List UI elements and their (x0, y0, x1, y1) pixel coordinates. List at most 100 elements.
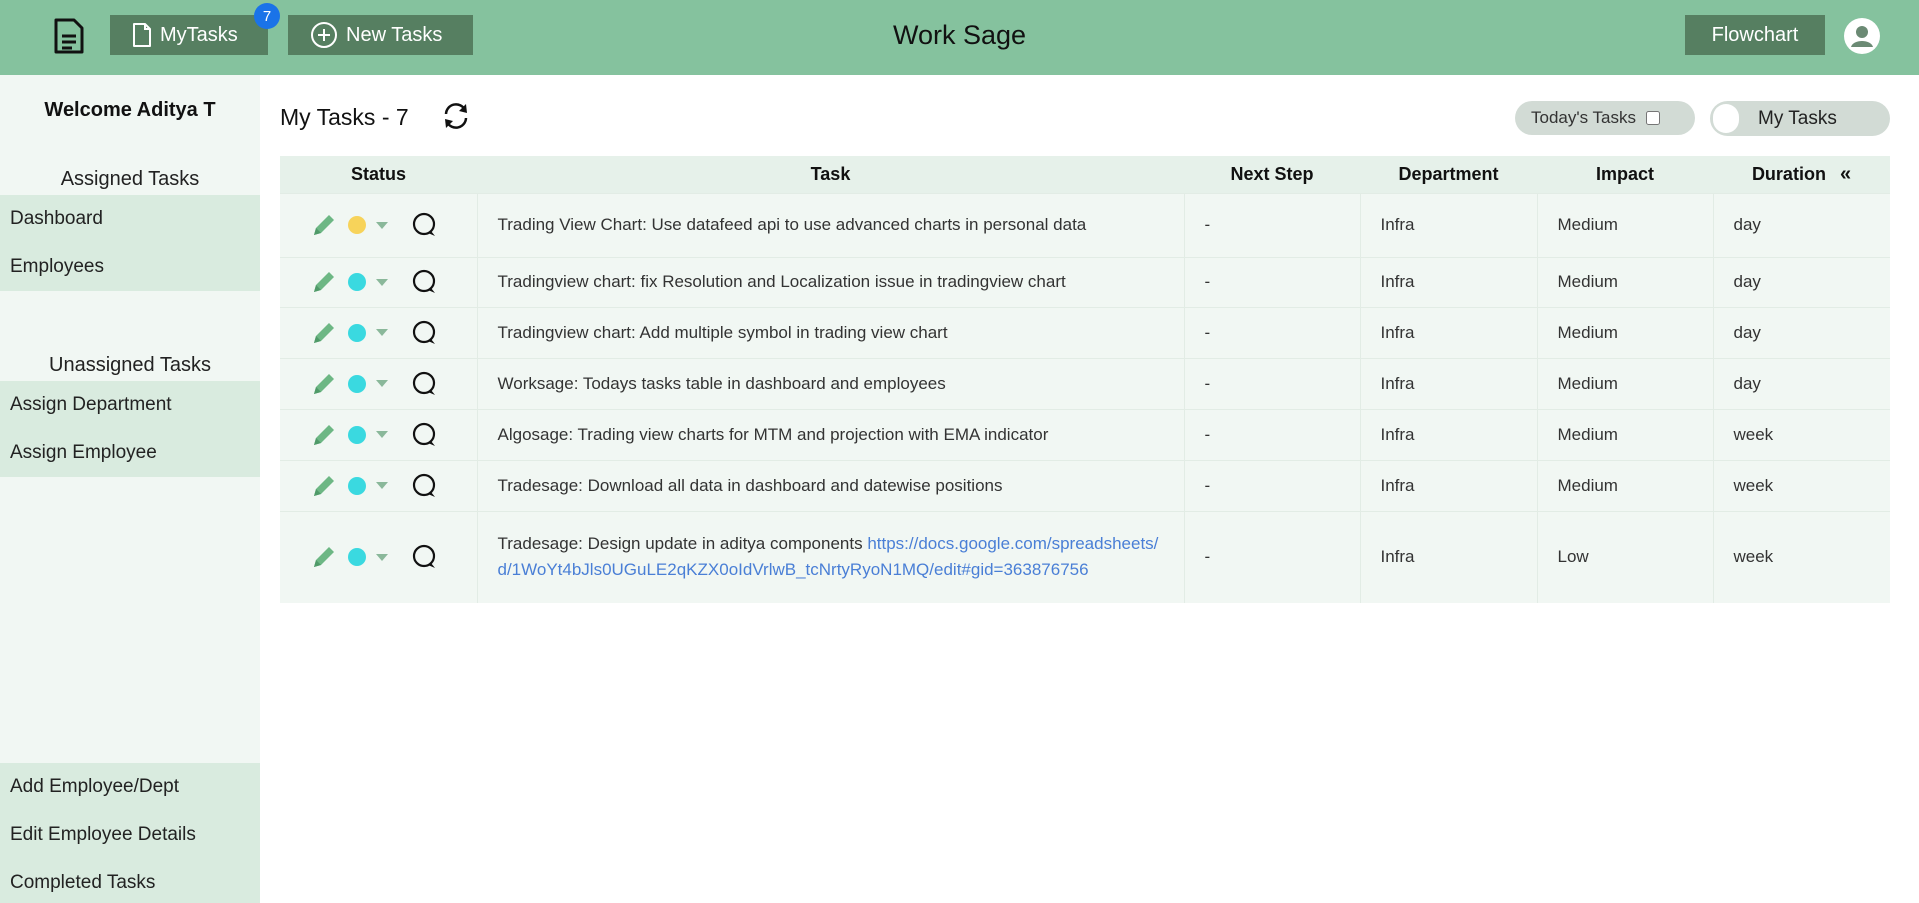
todays-tasks-checkbox[interactable] (1645, 111, 1660, 125)
column-header-duration[interactable]: Duration « (1713, 156, 1890, 193)
table-row: Trading View Chart: Use datafeed api to … (280, 193, 1890, 257)
status-dropdown-caret-icon[interactable] (376, 221, 388, 229)
comment-icon[interactable] (410, 543, 438, 571)
comment-icon[interactable] (410, 268, 438, 296)
status-dropdown-caret-icon[interactable] (376, 329, 388, 336)
sidebar-item-employees[interactable]: Employees (0, 243, 260, 291)
impact-cell: Medium (1536, 409, 1713, 460)
edit-pencil-icon[interactable] (310, 268, 338, 296)
column-header-department[interactable]: Department (1360, 156, 1537, 193)
collapse-double-chevron-icon[interactable]: « (1840, 163, 1851, 186)
impact-cell: Medium (1536, 193, 1713, 257)
status-cell (280, 511, 477, 603)
sidebar-item-edit-employee-details[interactable]: Edit Employee Details (0, 811, 260, 859)
edit-pencil-icon[interactable] (310, 211, 338, 239)
status-dropdown-caret-icon[interactable] (376, 380, 388, 387)
impact-cell: Medium (1536, 257, 1713, 307)
table-body: Trading View Chart: Use datafeed api to … (280, 193, 1890, 603)
sidebar-item-assign-department[interactable]: Assign Department (0, 381, 260, 429)
user-avatar-icon[interactable] (1843, 17, 1881, 55)
department-cell: Infra (1359, 511, 1537, 603)
next-step-cell: - (1183, 409, 1360, 460)
sidebar-item-completed-tasks[interactable]: Completed Tasks (0, 859, 260, 903)
task-cell: Trading View Chart: Use datafeed api to … (476, 193, 1184, 257)
tasks-table: Status Task Next Step Department Impact … (280, 156, 1890, 603)
edit-pencil-icon[interactable] (310, 319, 338, 347)
task-cell: Tradingview chart: Add multiple symbol i… (476, 307, 1184, 358)
status-dot[interactable] (348, 323, 366, 342)
document-icon[interactable] (52, 18, 86, 54)
status-dot[interactable] (348, 476, 366, 495)
next-step-cell: - (1183, 460, 1360, 511)
edit-pencil-icon[interactable] (310, 421, 338, 449)
file-icon (133, 23, 151, 47)
top-header: MyTasks 7 New Tasks Work Sage Flowchart (0, 0, 1919, 75)
switch-knob (1713, 104, 1739, 133)
unassigned-tasks-heading: Unassigned Tasks (49, 354, 211, 376)
status-dot[interactable] (348, 425, 366, 444)
status-cell (280, 409, 477, 460)
column-header-status[interactable]: Status (280, 156, 477, 193)
comment-icon[interactable] (410, 421, 438, 449)
refresh-icon[interactable] (440, 100, 472, 132)
status-dot[interactable] (348, 374, 366, 393)
edit-pencil-icon[interactable] (310, 472, 338, 500)
impact-cell: Medium (1536, 307, 1713, 358)
sidebar: Welcome Aditya T Assigned Tasks Dashboar… (0, 75, 260, 903)
my-tasks-switch[interactable]: My Tasks (1710, 101, 1890, 136)
task-text: Tradesage: Download all data in dashboar… (497, 475, 1003, 495)
table-row: Tradesage: Design update in aditya compo… (280, 511, 1890, 603)
column-header-next-step[interactable]: Next Step (1184, 156, 1360, 193)
duration-cell: day (1712, 193, 1890, 257)
duration-header-label: Duration (1751, 163, 1826, 184)
duration-cell: week (1712, 511, 1890, 603)
todays-tasks-label: Today's Tasks (1531, 108, 1636, 127)
plus-circle-icon (311, 22, 337, 48)
edit-pencil-icon[interactable] (310, 543, 338, 571)
column-header-task[interactable]: Task (477, 156, 1184, 193)
status-dropdown-caret-icon[interactable] (376, 482, 388, 489)
next-step-cell: - (1183, 193, 1360, 257)
task-cell: Tradesage: Download all data in dashboar… (476, 460, 1184, 511)
mytasks-button[interactable]: MyTasks (110, 15, 268, 55)
new-tasks-button[interactable]: New Tasks (288, 15, 473, 55)
welcome-text: Welcome Aditya T (44, 99, 216, 121)
status-cell (280, 193, 477, 257)
comment-icon[interactable] (410, 211, 438, 239)
sidebar-item-add-employee-dept[interactable]: Add Employee/Dept (0, 763, 260, 811)
comment-icon[interactable] (410, 319, 438, 347)
status-cell (280, 257, 477, 307)
status-dot[interactable] (348, 273, 366, 291)
next-step-cell: - (1183, 257, 1360, 307)
comment-icon[interactable] (410, 472, 438, 500)
status-dot[interactable] (348, 548, 366, 567)
department-cell: Infra (1359, 358, 1537, 409)
department-cell: Infra (1359, 307, 1537, 358)
status-dropdown-caret-icon[interactable] (376, 431, 388, 438)
task-text: Tradingview chart: Add multiple symbol i… (497, 322, 948, 342)
edit-pencil-icon[interactable] (310, 370, 338, 398)
sidebar-item-assign-employee[interactable]: Assign Employee (0, 429, 260, 477)
assigned-tasks-heading: Assigned Tasks (60, 168, 200, 190)
task-text: Tradingview chart: fix Resolution and Lo… (497, 272, 1066, 291)
table-row: Tradingview chart: fix Resolution and Lo… (280, 257, 1890, 307)
column-header-impact[interactable]: Impact (1537, 156, 1713, 193)
duration-cell: day (1712, 307, 1890, 358)
table-row: Worksage: Todays tasks table in dashboar… (280, 358, 1890, 409)
status-dot[interactable] (348, 216, 366, 234)
page-title: My Tasks - 7 (280, 104, 409, 130)
duration-cell: day (1712, 257, 1890, 307)
next-step-cell: - (1183, 358, 1360, 409)
status-dropdown-caret-icon[interactable] (376, 278, 388, 286)
my-tasks-switch-label: My Tasks (1758, 108, 1837, 129)
todays-tasks-filter[interactable]: Today's Tasks (1515, 101, 1695, 135)
assigned-nav-group: Dashboard Employees (0, 195, 260, 291)
impact-cell: Medium (1536, 460, 1713, 511)
comment-icon[interactable] (410, 370, 438, 398)
flowchart-button[interactable]: Flowchart (1685, 15, 1825, 55)
next-step-cell: - (1183, 511, 1360, 603)
sidebar-item-dashboard[interactable]: Dashboard (0, 195, 260, 243)
status-dropdown-caret-icon[interactable] (376, 553, 388, 561)
table-header-row: Status Task Next Step Department Impact … (280, 156, 1890, 193)
task-text: Worksage: Todays tasks table in dashboar… (497, 373, 946, 393)
